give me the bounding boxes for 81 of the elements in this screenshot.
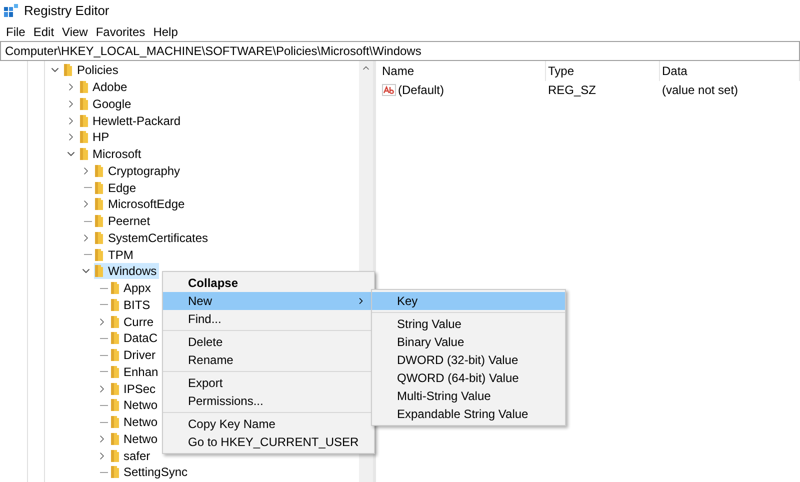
tree-item[interactable]: Adobe — [78, 79, 130, 96]
tree-item[interactable]: Driver — [110, 347, 158, 364]
folder-icon — [110, 281, 120, 296]
tree-item[interactable]: Netwo — [110, 397, 160, 414]
tree-item[interactable]: SettingSync — [110, 464, 190, 480]
folder-icon — [110, 448, 120, 463]
tree-item[interactable]: SystemCertificates — [94, 230, 210, 246]
address-bar[interactable]: Computer\HKEY_LOCAL_MACHINE\SOFTWARE\Policies\Microsoft\Windows — [0, 41, 800, 61]
tree-item[interactable]: Hewlett-Packard — [78, 112, 183, 129]
folder-icon — [110, 364, 120, 379]
column-header[interactable]: Type — [546, 61, 660, 81]
menu-item[interactable]: Multi-String Value — [372, 387, 565, 405]
folder-icon — [78, 147, 88, 162]
folder-icon — [110, 432, 120, 446]
tree-item[interactable]: safer — [110, 448, 152, 464]
folder-icon — [78, 96, 88, 111]
folder-icon — [110, 382, 120, 396]
menu-item[interactable]: Permissions... — [163, 392, 374, 410]
folder-icon — [110, 465, 120, 480]
menu-item[interactable]: Find... — [163, 310, 374, 328]
folder-icon — [78, 80, 88, 94]
window-title: Registry Editor — [24, 2, 110, 20]
value-name: (Default) — [398, 82, 444, 98]
tree-item[interactable]: HP — [78, 129, 112, 146]
menu-bar-item[interactable]: Help — [149, 22, 182, 40]
tree-item[interactable]: Cryptography — [94, 162, 182, 179]
tree-item[interactable]: Policies — [63, 62, 120, 78]
menu-item[interactable]: String Value — [372, 315, 565, 333]
folder-icon — [110, 314, 120, 329]
tree-item[interactable]: Google — [78, 96, 134, 112]
menu-bar-item[interactable]: Edit — [29, 22, 58, 40]
menu-item[interactable]: Export — [163, 374, 374, 392]
folder-icon — [78, 114, 88, 128]
tree-item[interactable]: Enhan — [110, 364, 160, 380]
menu-item[interactable]: Expandable String Value — [372, 405, 565, 423]
menu-bar-item[interactable]: Favorites — [92, 22, 150, 40]
folder-icon — [110, 398, 120, 412]
folder-icon — [94, 164, 104, 178]
value-data: (value not set) — [661, 82, 740, 98]
app-icon — [4, 4, 18, 18]
folder-icon — [110, 331, 120, 346]
tree-item[interactable]: Peernet — [94, 213, 152, 230]
folder-icon — [78, 130, 88, 144]
tree-item[interactable]: TPM — [94, 246, 136, 263]
menu-item[interactable]: Binary Value — [372, 333, 565, 351]
tree-item[interactable]: IPSec — [110, 380, 158, 397]
folder-icon — [110, 298, 120, 312]
menu-item[interactable]: DWORD (32-bit) Value — [372, 351, 565, 369]
menu-item[interactable]: QWORD (64-bit) Value — [372, 369, 565, 387]
tree-item[interactable]: Microsoft — [78, 146, 144, 162]
tree-item[interactable]: DataC — [110, 330, 160, 346]
menu-item[interactable]: Go to HKEY_CURRENT_USER — [163, 433, 374, 451]
tree-item[interactable]: Curre — [110, 314, 156, 330]
menu-item[interactable]: New — [163, 292, 374, 310]
tree-item[interactable]: Netwo — [110, 414, 160, 430]
folder-icon — [110, 415, 120, 430]
menu-bar-item[interactable]: View — [58, 22, 92, 40]
tree-item[interactable]: Windows — [94, 263, 159, 280]
menu-item[interactable]: Rename — [163, 351, 374, 369]
tree-item[interactable]: Appx — [110, 280, 153, 296]
folder-icon — [63, 63, 73, 78]
column-header[interactable]: Name — [380, 61, 546, 81]
menu-item[interactable]: Copy Key Name — [163, 415, 374, 433]
menu-item[interactable]: Collapse — [163, 274, 374, 292]
menu-bar-item[interactable]: File — [2, 22, 30, 40]
string-value-icon — [382, 84, 396, 96]
menu-item[interactable]: Delete — [163, 333, 374, 351]
tree-item[interactable]: Netwo — [110, 430, 160, 447]
folder-icon — [94, 248, 104, 262]
tree-item[interactable]: MicrosoftEdge — [94, 196, 187, 212]
column-header[interactable]: Data — [660, 61, 800, 81]
folder-icon — [110, 348, 120, 362]
value-type: REG_SZ — [547, 82, 598, 98]
menu-item[interactable]: Key — [372, 292, 565, 310]
folder-icon — [94, 230, 104, 245]
folder-icon — [94, 264, 104, 278]
tree-item[interactable]: BITS — [110, 296, 152, 313]
folder-icon — [94, 180, 104, 195]
folder-icon — [94, 197, 104, 212]
folder-icon — [94, 214, 104, 228]
tree-item[interactable]: Edge — [94, 180, 138, 196]
